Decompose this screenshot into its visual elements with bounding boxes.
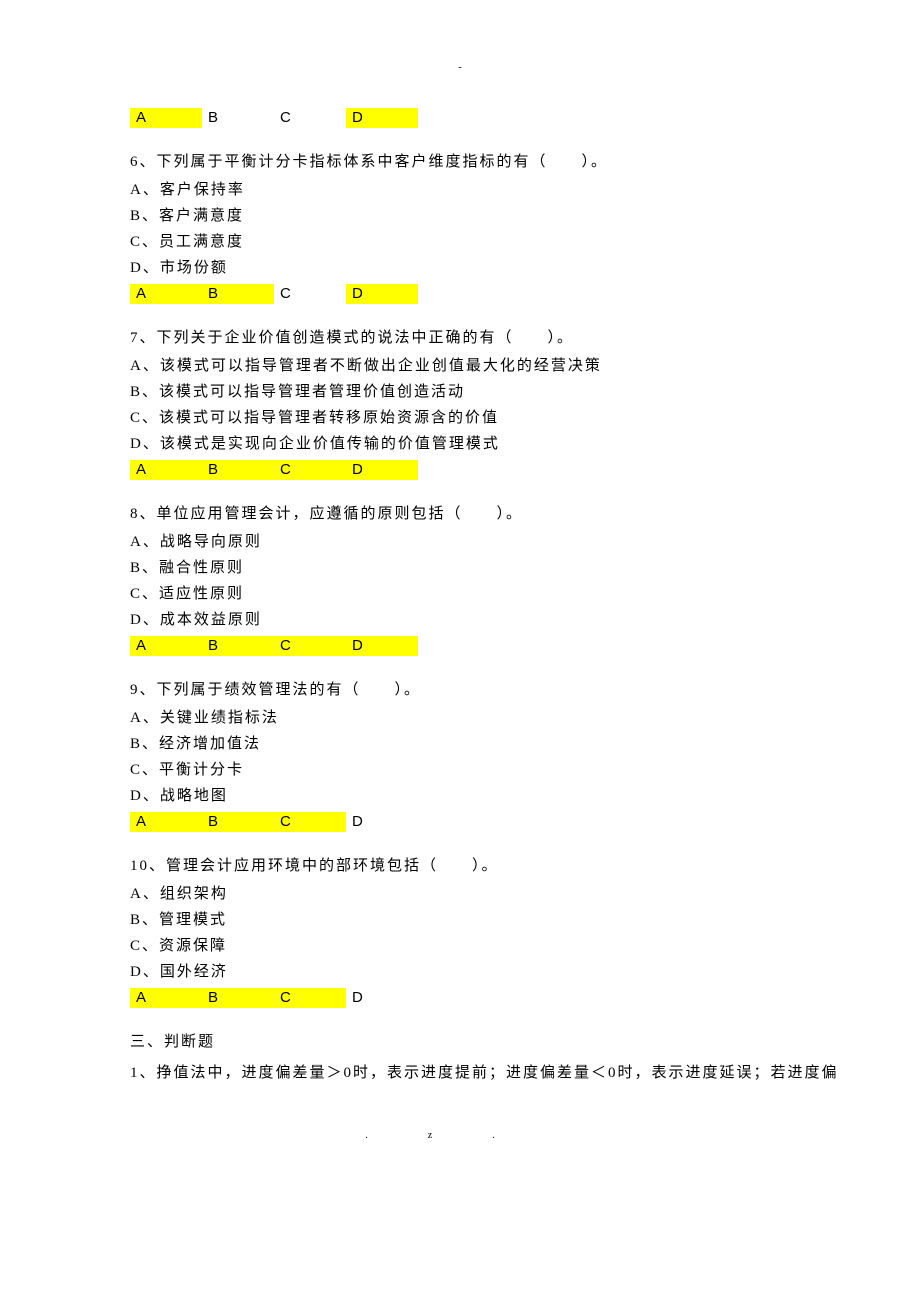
answer-c: C — [274, 284, 346, 304]
answer-row: A B C D — [130, 282, 920, 306]
question-stem: 9、下列属于绩效管理法的有（ ）。 — [130, 678, 920, 702]
answer-d: D — [346, 636, 418, 656]
option-b: B、客户满意度 — [130, 204, 920, 228]
answer-c: C — [274, 108, 346, 128]
option-a: A、战略导向原则 — [130, 530, 920, 554]
option-b: B、融合性原则 — [130, 556, 920, 580]
answer-c: C — [274, 636, 346, 656]
answer-row: A B C D — [130, 458, 920, 482]
page-header-mark: - — [130, 60, 920, 76]
option-b: B、管理模式 — [130, 908, 920, 932]
option-d: D、该模式是实现向企业价值传输的价值管理模式 — [130, 432, 920, 456]
option-d: D、市场份额 — [130, 256, 920, 280]
answer-b: B — [202, 636, 274, 656]
option-c: C、该模式可以指导管理者转移原始资源含的价值 — [130, 406, 920, 430]
question-8: 8、单位应用管理会计，应遵循的原则包括（ ）。 A、战略导向原则 B、融合性原则… — [130, 502, 920, 658]
answer-b: B — [202, 108, 274, 128]
option-d: D、成本效益原则 — [130, 608, 920, 632]
answer-b: B — [202, 460, 274, 480]
option-c: C、平衡计分卡 — [130, 758, 920, 782]
option-d: D、战略地图 — [130, 784, 920, 808]
answer-a: A — [130, 636, 202, 656]
answer-row: A B C D — [130, 810, 920, 834]
option-d: D、国外经济 — [130, 960, 920, 984]
answer-d: D — [346, 988, 418, 1008]
answer-b: B — [202, 988, 274, 1008]
question-10: 10、管理会计应用环境中的部环境包括（ ）。 A、组织架构 B、管理模式 C、资… — [130, 854, 920, 1010]
option-b: B、经济增加值法 — [130, 732, 920, 756]
answer-a: A — [130, 988, 202, 1008]
question-5-answers: A B C D — [130, 106, 920, 130]
judge-question-1: 1、挣值法中，进度偏差量＞0时，表示进度提前；进度偏差量＜0时，表示进度延误；若… — [130, 1058, 920, 1088]
answer-d: D — [346, 108, 418, 128]
answer-a: A — [130, 812, 202, 832]
answer-b: B — [202, 812, 274, 832]
question-6: 6、下列属于平衡计分卡指标体系中客户维度指标的有（ ）。 A、客户保持率 B、客… — [130, 150, 920, 306]
answer-d: D — [346, 460, 418, 480]
option-a: A、该模式可以指导管理者不断做出企业创值最大化的经营决策 — [130, 354, 920, 378]
answer-row: A B C D — [130, 106, 920, 130]
question-stem: 7、下列关于企业价值创造模式的说法中正确的有（ ）。 — [130, 326, 920, 350]
answer-b: B — [202, 284, 274, 304]
section-3-title: 三、判断题 — [130, 1030, 920, 1054]
option-b: B、该模式可以指导管理者管理价值创造活动 — [130, 380, 920, 404]
question-7: 7、下列关于企业价值创造模式的说法中正确的有（ ）。 A、该模式可以指导管理者不… — [130, 326, 920, 482]
option-c: C、适应性原则 — [130, 582, 920, 606]
answer-a: A — [130, 460, 202, 480]
answer-row: A B C D — [130, 634, 920, 658]
option-c: C、资源保障 — [130, 934, 920, 958]
question-stem: 10、管理会计应用环境中的部环境包括（ ）。 — [130, 854, 920, 878]
answer-a: A — [130, 284, 202, 304]
option-a: A、客户保持率 — [130, 178, 920, 202]
question-9: 9、下列属于绩效管理法的有（ ）。 A、关键业绩指标法 B、经济增加值法 C、平… — [130, 678, 920, 834]
question-stem: 6、下列属于平衡计分卡指标体系中客户维度指标的有（ ）。 — [130, 150, 920, 174]
answer-c: C — [274, 460, 346, 480]
answer-c: C — [274, 988, 346, 1008]
option-a: A、组织架构 — [130, 882, 920, 906]
option-a: A、关键业绩指标法 — [130, 706, 920, 730]
option-c: C、员工满意度 — [130, 230, 920, 254]
answer-row: A B C D — [130, 986, 920, 1010]
question-stem: 8、单位应用管理会计，应遵循的原则包括（ ）。 — [130, 502, 920, 526]
answer-c: C — [274, 812, 346, 832]
answer-a: A — [130, 108, 202, 128]
answer-d: D — [346, 812, 418, 832]
answer-d: D — [346, 284, 418, 304]
page-footer-mark: .z. — [130, 1128, 920, 1144]
